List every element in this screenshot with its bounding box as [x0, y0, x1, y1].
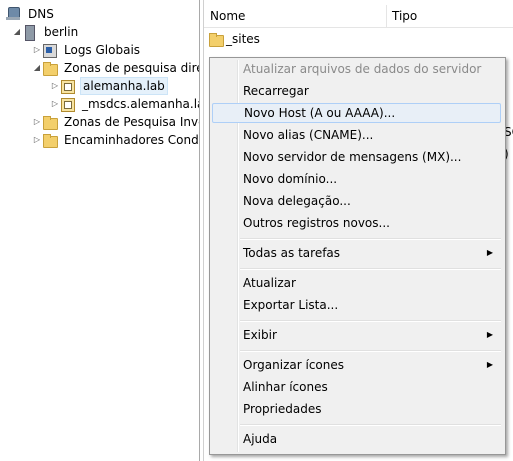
menu-item-ajuda[interactable]: Ajuda [212, 429, 501, 449]
submenu-arrow-icon: ▶ [486, 330, 493, 339]
tree-node-logs-globais[interactable]: ▷ Logs Globais [32, 41, 142, 59]
tree-label: Encaminhadores Condicionais [64, 133, 199, 147]
column-header-nome[interactable]: Nome [204, 5, 387, 27]
tree-label: Zonas de Pesquisa Inversa [64, 115, 199, 129]
menu-item-atualizar-arquivos: Atualizar arquivos de dados do servidor [243, 62, 482, 76]
menu-item-novo-alias[interactable]: Novo alias (CNAME)... [212, 125, 501, 145]
menu-item-exibir[interactable]: Exibir ▶ [212, 325, 501, 345]
menu-separator [240, 320, 501, 322]
menu-item-todas-as-tarefas[interactable]: Todas as tarefas ▶ [212, 243, 501, 263]
menu-item-label: Exibir [243, 328, 277, 342]
tree-label: DNS [28, 7, 54, 21]
tree-node-encaminhadores[interactable]: ▷ Encaminhadores Condicionais [32, 131, 199, 149]
tree-node-msdcs[interactable]: ▷ _msdcs.alemanha.lab [50, 95, 200, 113]
menu-item-alinhar-icones[interactable]: Alinhar ícones [212, 377, 501, 397]
list-row[interactable]: _sites [208, 30, 260, 48]
menu-item-novo-mx[interactable]: Novo servidor de mensagens (MX)... [212, 147, 501, 167]
menu-item-label: Todas as tarefas [243, 246, 341, 260]
submenu-arrow-icon: ▶ [486, 248, 493, 257]
menu-item-nova-delegacao[interactable]: Nova delegação... [212, 191, 501, 211]
folder-icon [42, 133, 58, 148]
menu-item-exportar-lista[interactable]: Exportar Lista... [212, 295, 501, 315]
tree-node-zonas-direta[interactable]: ◢ Zonas de pesquisa direta [32, 59, 199, 77]
zone-icon [60, 97, 76, 112]
zone-icon [60, 79, 76, 94]
console-tree: DNS ◢ berlin ▷ Logs Globais ◢ Zonas de pesq… [0, 0, 200, 461]
server-icon [22, 24, 38, 41]
tree-label: _msdcs.alemanha.lab [82, 97, 200, 111]
menu-item-organizar-icones[interactable]: Organizar ícones ▶ [212, 355, 501, 375]
tree-node-berlin[interactable]: ◢ berlin [12, 23, 80, 41]
tree-node-dns[interactable]: DNS [6, 5, 56, 23]
expand-triangle-icon[interactable]: ▷ [32, 113, 42, 131]
tree-label: Zonas de pesquisa direta [64, 61, 199, 75]
folder-icon [208, 32, 224, 47]
tree-node-alemanha-lab[interactable]: ▷ alemanha.lab [50, 77, 168, 95]
log-icon [42, 43, 58, 58]
expand-triangle-icon[interactable]: ▷ [50, 77, 60, 95]
folder-icon [42, 61, 58, 76]
menu-separator [240, 424, 501, 426]
collapse-triangle-icon[interactable]: ◢ [12, 23, 22, 41]
submenu-arrow-icon: ▶ [486, 360, 493, 369]
menu-separator [240, 238, 501, 240]
collapse-triangle-icon[interactable]: ◢ [32, 59, 42, 77]
menu-item-propriedades[interactable]: Propriedades [212, 399, 501, 419]
list-header: Nome Tipo [204, 5, 513, 28]
menu-item-recarregar[interactable]: Recarregar [212, 81, 501, 101]
expand-triangle-icon[interactable]: ▷ [32, 131, 42, 149]
tree-label: Logs Globais [64, 43, 141, 57]
row-name: _sites [226, 32, 260, 46]
context-menu: Atualizar arquivos de dados do servidor … [209, 57, 506, 455]
menu-separator [240, 350, 501, 352]
tree-label: alemanha.lab [80, 77, 168, 95]
dns-icon [6, 6, 22, 21]
menu-item-novo-host[interactable]: Novo Host (A ou AAAA)... [212, 103, 501, 123]
expand-triangle-icon[interactable]: ▷ [32, 41, 42, 59]
menu-separator [240, 268, 501, 270]
expand-triangle-icon[interactable]: ▷ [50, 95, 60, 113]
menu-item-novo-dominio[interactable]: Novo domínio... [212, 169, 501, 189]
folder-icon [42, 115, 58, 130]
menu-item-label: Organizar ícones [243, 358, 344, 372]
tree-label: berlin [44, 25, 79, 39]
column-header-tipo[interactable]: Tipo [386, 5, 512, 27]
menu-item-outros-registros[interactable]: Outros registros novos... [212, 213, 501, 233]
tree-node-zonas-inversa[interactable]: ▷ Zonas de Pesquisa Inversa [32, 113, 199, 131]
menu-item-atualizar[interactable]: Atualizar [212, 273, 501, 293]
